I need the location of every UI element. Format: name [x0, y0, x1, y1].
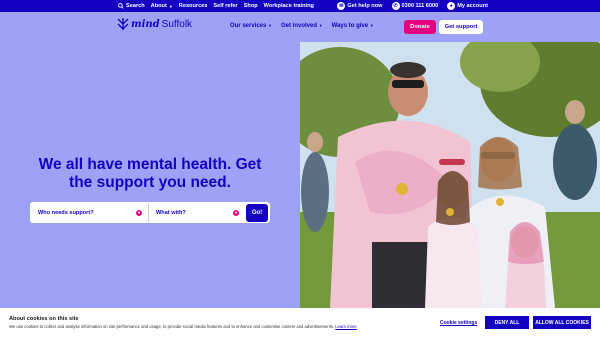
get-help-link[interactable]: ✉ Get help now [337, 2, 383, 10]
nav-get-involved[interactable]: Get involved ▼ [281, 23, 323, 29]
user-icon: ● [447, 2, 456, 10]
cookie-settings-link[interactable]: Cookie settings [440, 318, 477, 328]
cookie-text: We use cookies to collect and analyse in… [9, 324, 357, 329]
resources-link[interactable]: Resources [179, 3, 208, 9]
my-account-label: My account [457, 3, 488, 9]
hero-title: We all have mental health. Get the suppo… [38, 156, 262, 191]
search-link[interactable]: Search [118, 3, 145, 9]
my-account-link[interactable]: ● My account [447, 2, 488, 10]
who-needs-support-select[interactable]: Who needs support? ▼ [31, 203, 149, 222]
allow-all-cookies-button[interactable]: ALLOW ALL COOKIES [533, 316, 591, 329]
chevron-down-icon: ▼ [318, 23, 323, 28]
chevron-down-icon: ▼ [268, 23, 272, 28]
utility-links: Search About ▼ Resources Self refer Shop… [118, 0, 314, 12]
chevron-down-icon: ▼ [233, 209, 239, 216]
chevron-down-icon: ▼ [136, 209, 142, 216]
phone-link[interactable]: ✆ 0300 111 6000 [391, 2, 439, 10]
phone-label: 0300 111 6000 [401, 3, 439, 9]
nav-ways-to-give[interactable]: Ways to give ▼ [332, 23, 374, 29]
workplace-training-link[interactable]: Workplace training [264, 3, 314, 9]
donate-button[interactable]: Donate [404, 20, 436, 34]
nav-our-services-label: Our services [230, 23, 267, 29]
family-photo-illustration [300, 42, 600, 308]
what-with-select[interactable]: What with? ▼ [149, 203, 245, 222]
phone-icon: ✆ [391, 2, 400, 10]
logo-region-text: Suffolk [161, 18, 193, 30]
cookie-title: About cookies on this site [9, 316, 79, 322]
search-link-label: Search [126, 3, 145, 9]
about-label: About [150, 3, 167, 9]
logo-mind-text: mind [131, 18, 160, 30]
go-button[interactable]: Go! [246, 203, 268, 222]
get-help-label: Get help now [347, 3, 383, 9]
nav-ways-to-give-label: Ways to give [331, 23, 369, 29]
deny-all-button[interactable]: DENY ALL [485, 316, 529, 329]
chevron-down-icon: ▼ [369, 23, 374, 28]
mind-suffolk-logo[interactable]: mind Suffolk [117, 17, 192, 31]
help-icon: ✉ [337, 2, 346, 10]
what-with-label: What with? [156, 209, 186, 216]
utility-actions: ✉ Get help now ✆ 0300 111 6000 ● My acco… [337, 0, 488, 12]
nav-our-services[interactable]: Our services ▼ [230, 23, 272, 29]
self-refer-link[interactable]: Self refer [213, 3, 237, 9]
top-utility-bar: Search About ▼ Resources Self refer Shop… [0, 0, 600, 12]
chevron-down-icon: ▼ [168, 3, 173, 9]
support-search-form: Who needs support? ▼ What with? ▼ Go! [30, 202, 270, 223]
main-nav: Our services ▼ Get involved ▼ Ways to gi… [230, 23, 374, 29]
mind-logo-icon [117, 18, 129, 30]
cookie-description: We use cookies to collect and analyse in… [9, 324, 335, 329]
get-support-button[interactable]: Get support [439, 20, 483, 34]
nav-get-involved-label: Get involved [281, 23, 318, 29]
shop-link[interactable]: Shop [244, 3, 258, 9]
family-hero-photo [300, 42, 600, 308]
about-menu[interactable]: About ▼ [151, 3, 173, 9]
cookie-learn-more-link[interactable]: Learn more [335, 324, 356, 329]
search-icon [118, 3, 124, 9]
who-needs-support-label: Who needs support? [38, 209, 94, 216]
